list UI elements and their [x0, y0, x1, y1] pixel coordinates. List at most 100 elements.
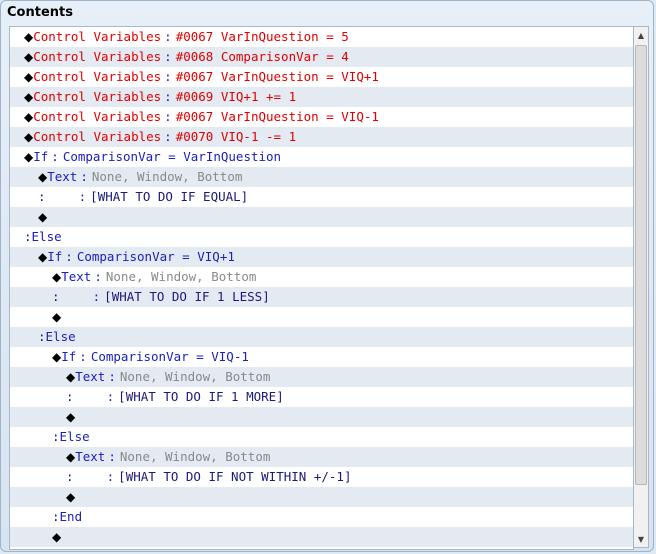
command-line[interactable]: :Else	[10, 227, 633, 247]
command-name: Else	[45, 329, 76, 344]
separator: :	[164, 49, 172, 64]
command-line[interactable]: ◆Control Variables: #0069 VIQ+1 += 1	[10, 87, 633, 107]
vertical-scrollbar[interactable]: ▲ ▼	[633, 26, 649, 548]
command-line[interactable]: ◆If: ComparisonVar = VIQ-1	[10, 347, 633, 367]
command-name: Else	[31, 229, 62, 244]
diamond-bullet-icon: ◆	[66, 410, 76, 424]
continuation-marker: :	[52, 289, 60, 304]
command-name: Control Variables	[33, 49, 162, 64]
separator: :	[108, 449, 116, 464]
command-arguments: [WHAT TO DO IF 1 MORE]	[118, 389, 284, 404]
command-arguments: None, Window, Bottom	[105, 269, 257, 284]
command-arguments: [WHAT TO DO IF NOT WITHIN +/-1]	[118, 469, 352, 484]
diamond-bullet-icon: ◆	[24, 130, 34, 144]
command-line[interactable]: :Else	[10, 327, 633, 347]
command-line[interactable]: ◆Control Variables: #0067 VarInQuestion =…	[10, 67, 633, 87]
separator: :	[108, 369, 116, 384]
command-name	[46, 189, 76, 204]
command-line[interactable]: ◆Text: None, Window, Bottom	[10, 167, 633, 187]
event-command-list[interactable]: ◆Control Variables: #0067 VarInQuestion =…	[9, 26, 634, 550]
panel-title: Contents	[7, 5, 73, 20]
diamond-bullet-icon: ◆	[52, 270, 62, 284]
continuation-marker: :	[52, 509, 60, 524]
command-line[interactable]: : : [WHAT TO DO IF 1 LESS]	[10, 287, 633, 307]
command-arguments: None, Window, Bottom	[91, 169, 243, 184]
diamond-bullet-icon: ◆	[24, 150, 34, 164]
command-line[interactable]: : : [WHAT TO DO IF EQUAL]	[10, 187, 633, 207]
scroll-up-arrow-icon[interactable]: ▲	[634, 27, 648, 43]
command-arguments: ComparisonVar = VIQ+1	[76, 249, 235, 264]
separator: :	[51, 149, 59, 164]
continuation-marker: :	[66, 469, 74, 484]
command-name: Control Variables	[33, 69, 162, 84]
command-name	[74, 389, 104, 404]
diamond-bullet-icon: ◆	[38, 210, 48, 224]
command-line[interactable]: ◆	[10, 207, 633, 227]
command-line[interactable]: ◆Text: None, Window, Bottom	[10, 267, 633, 287]
diamond-bullet-icon: ◆	[24, 90, 34, 104]
scroll-thumb[interactable]	[635, 45, 647, 485]
command-line[interactable]: : : [WHAT TO DO IF NOT WITHIN +/-1]	[10, 467, 633, 487]
contents-panel: Contents ◆Control Variables: #0067 VarInQ…	[0, 0, 654, 552]
diamond-bullet-icon: ◆	[24, 30, 34, 44]
diamond-bullet-icon: ◆	[24, 50, 34, 64]
continuation-marker: :	[52, 429, 60, 444]
diamond-bullet-icon: ◆	[66, 490, 76, 504]
command-line[interactable]: ◆	[10, 527, 633, 547]
command-arguments: None, Window, Bottom	[119, 369, 271, 384]
separator: :	[65, 249, 73, 264]
command-name: If	[47, 249, 63, 264]
command-name: If	[61, 349, 77, 364]
command-name: Control Variables	[33, 109, 162, 124]
separator: :	[106, 469, 115, 484]
command-name: Control Variables	[33, 89, 162, 104]
diamond-bullet-icon: ◆	[52, 310, 62, 324]
separator: :	[164, 129, 172, 144]
command-name: End	[59, 509, 83, 524]
command-arguments: [WHAT TO DO IF 1 LESS]	[104, 289, 270, 304]
diamond-bullet-icon: ◆	[66, 370, 76, 384]
command-line[interactable]: ◆If: ComparisonVar = VIQ+1	[10, 247, 633, 267]
continuation-marker: :	[38, 329, 46, 344]
command-line[interactable]: :Else	[10, 427, 633, 447]
command-name: Text	[61, 269, 92, 284]
command-arguments: ComparisonVar = VarInQuestion	[62, 149, 282, 164]
command-arguments: #0067 VarInQuestion = VIQ+1	[175, 69, 379, 84]
command-name: Text	[75, 449, 106, 464]
command-line[interactable]: :End	[10, 507, 633, 527]
command-arguments: #0069 VIQ+1 += 1	[175, 89, 297, 104]
command-line[interactable]: ◆Control Variables: #0067 VarInQuestion =…	[10, 107, 633, 127]
command-name: Else	[59, 429, 90, 444]
command-arguments: None, Window, Bottom	[119, 449, 271, 464]
diamond-bullet-icon: ◆	[38, 250, 48, 264]
diamond-bullet-icon: ◆	[52, 350, 62, 364]
continuation-marker: :	[38, 189, 46, 204]
command-line[interactable]: ◆If: ComparisonVar = VarInQuestion	[10, 147, 633, 167]
command-line[interactable]: ◆	[10, 487, 633, 507]
command-line[interactable]: ◆Text: None, Window, Bottom	[10, 447, 633, 467]
separator: :	[106, 389, 115, 404]
command-line[interactable]: ◆	[10, 307, 633, 327]
command-name	[74, 469, 104, 484]
scroll-down-arrow-icon[interactable]: ▼	[634, 531, 648, 547]
command-line[interactable]: ◆Control Variables: #0070 VIQ-1 -= 1	[10, 127, 633, 147]
separator: :	[164, 89, 172, 104]
command-name: Text	[47, 169, 78, 184]
command-arguments: #0067 VarInQuestion = 5	[175, 29, 349, 44]
separator: :	[80, 169, 88, 184]
separator: :	[78, 189, 87, 204]
command-line[interactable]: ◆Control Variables: #0068 ComparisonVar =…	[10, 47, 633, 67]
diamond-bullet-icon: ◆	[52, 530, 62, 544]
command-line[interactable]: ◆Text: None, Window, Bottom	[10, 367, 633, 387]
diamond-bullet-icon: ◆	[38, 170, 48, 184]
command-line[interactable]: ◆Control Variables: #0067 VarInQuestion =…	[10, 27, 633, 47]
continuation-marker: :	[24, 229, 32, 244]
diamond-bullet-icon: ◆	[24, 70, 34, 84]
separator: :	[92, 289, 101, 304]
command-line[interactable]: : : [WHAT TO DO IF 1 MORE]	[10, 387, 633, 407]
diamond-bullet-icon: ◆	[24, 110, 34, 124]
separator: :	[164, 29, 172, 44]
command-name: If	[33, 149, 49, 164]
command-arguments: #0070 VIQ-1 -= 1	[175, 129, 297, 144]
command-line[interactable]: ◆	[10, 407, 633, 427]
